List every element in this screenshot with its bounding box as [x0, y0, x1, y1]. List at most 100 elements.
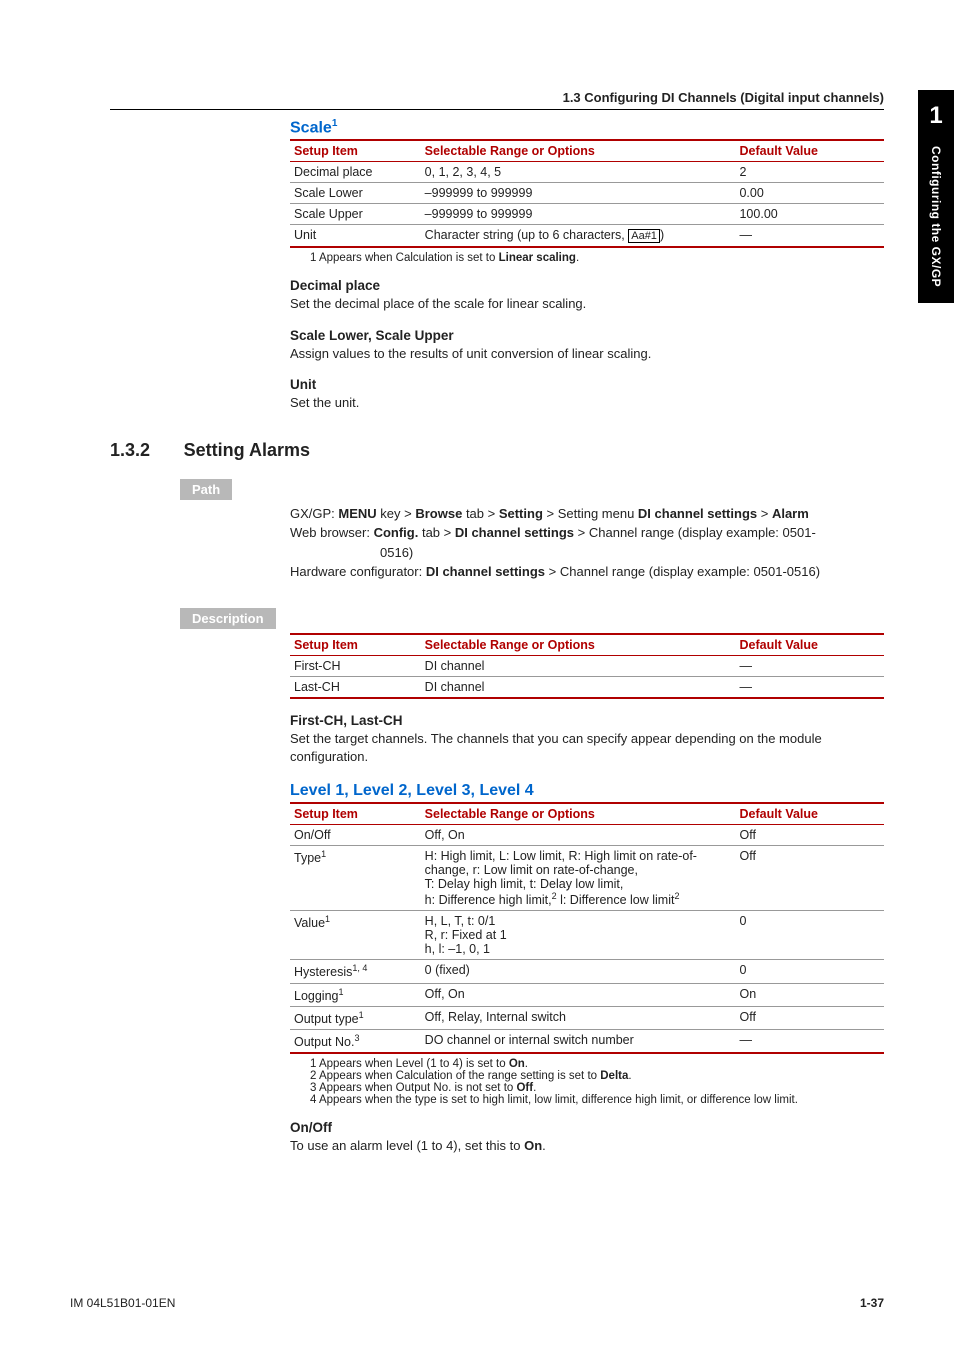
side-tab: 1 Configuring the GX/GP: [918, 90, 954, 303]
cell: Value1: [290, 911, 421, 960]
th-range: Selectable Range or Options: [421, 140, 736, 162]
text: h, l: –1, 0, 1: [425, 942, 732, 956]
th: Setup Item: [290, 803, 421, 825]
level-table: Setup Item Selectable Range or Options D…: [290, 802, 884, 1054]
scale-heading-sup: 1: [332, 118, 338, 129]
text: 1 Appears when Calculation is set to: [310, 252, 499, 264]
decimal-place-heading: Decimal place: [290, 278, 884, 293]
unit-text: Set the unit.: [290, 394, 884, 412]
description-table: Setup Item Selectable Range or Options D…: [290, 633, 884, 699]
text: .: [525, 1058, 528, 1070]
cell: Off: [735, 1006, 884, 1029]
text: Web browser:: [290, 525, 374, 540]
text-bold: DI channel settings: [426, 564, 545, 579]
text: .: [576, 252, 579, 264]
text: Output type: [294, 1012, 359, 1026]
sup: 1: [339, 987, 344, 997]
cell: —: [735, 225, 884, 248]
table-header-row: Setup Item Selectable Range or Options D…: [290, 803, 884, 825]
cell: Off: [735, 846, 884, 911]
text: 3 Appears when Output No. is not set to: [310, 1082, 516, 1094]
text: R, r: Fixed at 1: [425, 928, 732, 942]
table-row: On/Off Off, On Off: [290, 825, 884, 846]
scale-footnote: 1 Appears when Calculation is set to Lin…: [310, 252, 884, 264]
cell: Output No.3: [290, 1029, 421, 1053]
text-bold: Delta: [600, 1070, 628, 1082]
cell: DI channel: [421, 676, 736, 698]
text-bold: Linear scaling: [499, 252, 576, 264]
cell: 100.00: [735, 204, 884, 225]
text: To use an alarm level (1 to 4), set this…: [290, 1138, 524, 1153]
text: Output No.: [294, 1035, 354, 1049]
path-label: Path: [180, 479, 232, 500]
table-row: Value1 H, L, T, t: 0/1 R, r: Fixed at 1 …: [290, 911, 884, 960]
page-footer: IM 04L51B01-01EN 1-37: [70, 1296, 884, 1310]
text-bold: Alarm: [772, 506, 809, 521]
cell: Last-CH: [290, 676, 421, 698]
onoff-heading: On/Off: [290, 1120, 884, 1135]
text: h: Difference high limit,: [425, 893, 552, 907]
text: Hardware configurator:: [290, 564, 426, 579]
table-row: Decimal place 0, 1, 2, 3, 4, 5 2: [290, 162, 884, 183]
level-footnote-3: 3 Appears when Output No. is not set to …: [310, 1082, 884, 1094]
table-header-row: Setup Item Selectable Range or Options D…: [290, 140, 884, 162]
cell: 0, 1, 2, 3, 4, 5: [421, 162, 736, 183]
cell: 0: [735, 960, 884, 983]
th: Selectable Range or Options: [421, 803, 736, 825]
text-bold: On: [524, 1138, 542, 1153]
cell: Unit: [290, 225, 421, 248]
scale-table: Setup Item Selectable Range or Options D…: [290, 139, 884, 248]
cell: Logging1: [290, 983, 421, 1006]
char-box-icon: Aa#1: [628, 229, 660, 243]
footer-page-number: 1-37: [860, 1296, 884, 1310]
path-line-2: Web browser: Config. tab > DI channel se…: [290, 523, 884, 543]
level-footnote-1: 1 Appears when Level (1 to 4) is set to …: [310, 1058, 884, 1070]
text-bold: Off: [516, 1082, 533, 1094]
table-row: Type1 H: High limit, L: Low limit, R: Hi…: [290, 846, 884, 911]
path-block: Path: [180, 461, 884, 500]
text-bold: Config.: [374, 525, 419, 540]
cell: 0 (fixed): [421, 960, 736, 983]
first-last-ch-heading: First-CH, Last-CH: [290, 713, 884, 728]
text: > Channel range (display example: 0501-: [574, 525, 816, 540]
text: ): [660, 228, 664, 242]
th: Setup Item: [290, 634, 421, 656]
onoff-text: To use an alarm level (1 to 4), set this…: [290, 1137, 884, 1155]
text: h: Difference high limit, 2 l: Difference…: [425, 891, 732, 907]
decimal-place-text: Set the decimal place of the scale for l…: [290, 295, 884, 313]
table-row: Last-CH DI channel —: [290, 676, 884, 698]
cell: —: [735, 676, 884, 698]
level-heading: Level 1, Level 2, Level 3, Level 4: [290, 782, 884, 800]
text: T: Delay high limit, t: Delay low limit,: [425, 877, 732, 891]
table-row: Unit Character string (up to 6 character…: [290, 225, 884, 248]
sup: 1: [325, 914, 330, 924]
text: H: High limit, L: Low limit, R: High lim…: [425, 849, 732, 863]
sup: 1: [321, 849, 326, 859]
text: > Channel range (display example: 0501-0…: [545, 564, 820, 579]
text: Value: [294, 917, 325, 931]
th: Default Value: [735, 803, 884, 825]
table-row: Hysteresis1, 4 0 (fixed) 0: [290, 960, 884, 983]
scale-heading: Scale1: [290, 118, 884, 137]
cell: 0: [735, 911, 884, 960]
cell: Scale Lower: [290, 183, 421, 204]
cell: H, L, T, t: 0/1 R, r: Fixed at 1 h, l: –…: [421, 911, 736, 960]
section-number: 1.3.2: [110, 440, 180, 461]
unit-heading: Unit: [290, 377, 884, 392]
text: Type: [294, 851, 321, 865]
text: > Setting menu: [543, 506, 638, 521]
text: 1 Appears when Level (1 to 4) is set to: [310, 1058, 509, 1070]
cell: –999999 to 999999: [421, 204, 736, 225]
cell: On: [735, 983, 884, 1006]
table-row: Scale Lower –999999 to 999999 0.00: [290, 183, 884, 204]
cell: H: High limit, L: Low limit, R: High lim…: [421, 846, 736, 911]
table-row: Scale Upper –999999 to 999999 100.00: [290, 204, 884, 225]
sup: 2: [674, 891, 679, 901]
th: Default Value: [735, 634, 884, 656]
chapter-label: Configuring the GX/GP: [929, 142, 943, 303]
text: tab >: [418, 525, 455, 540]
text: l: Difference low limit: [557, 893, 675, 907]
cell: —: [735, 1029, 884, 1053]
cell: Off, On: [421, 825, 736, 846]
text: .: [533, 1082, 536, 1094]
